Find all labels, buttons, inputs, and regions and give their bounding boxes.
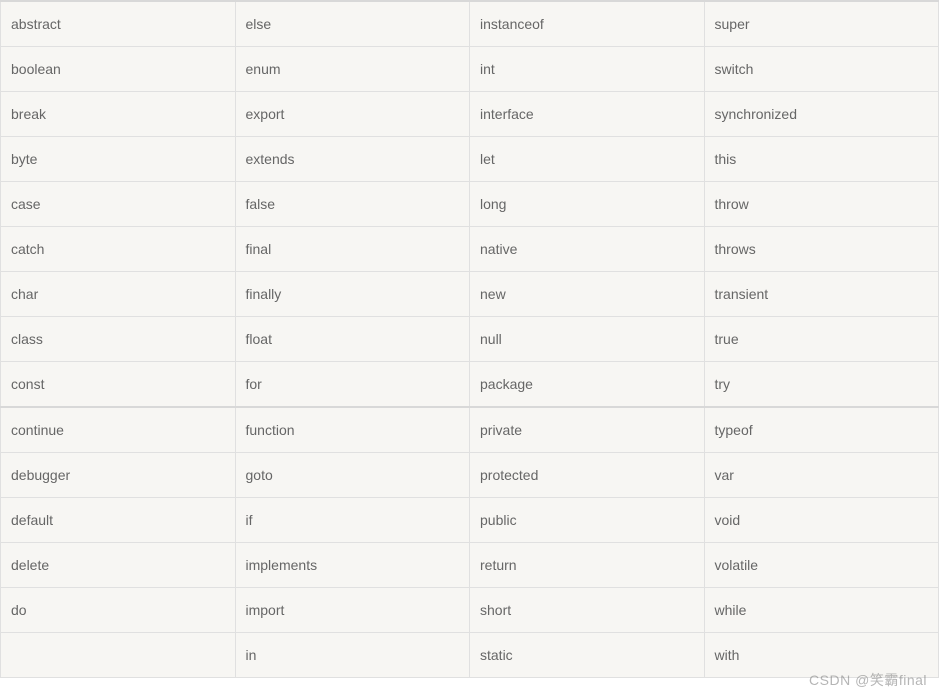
table-cell: package	[470, 362, 705, 408]
table-cell: typeof	[704, 407, 939, 453]
table-cell: interface	[470, 92, 705, 137]
table-cell: null	[470, 317, 705, 362]
table-cell: else	[235, 1, 470, 47]
table-cell: throws	[704, 227, 939, 272]
table-cell: this	[704, 137, 939, 182]
table-cell: native	[470, 227, 705, 272]
table-cell: var	[704, 453, 939, 498]
table-cell: extends	[235, 137, 470, 182]
table-cell: private	[470, 407, 705, 453]
table-cell: default	[1, 498, 236, 543]
table-row: catch final native throws	[1, 227, 939, 272]
table-row: break export interface synchronized	[1, 92, 939, 137]
table-cell: import	[235, 588, 470, 633]
table-row: class float null true	[1, 317, 939, 362]
table-row: continue function private typeof	[1, 407, 939, 453]
table-cell: false	[235, 182, 470, 227]
table-row: const for package try	[1, 362, 939, 408]
table-row: debugger goto protected var	[1, 453, 939, 498]
table-cell: catch	[1, 227, 236, 272]
table-cell: let	[470, 137, 705, 182]
table-cell: function	[235, 407, 470, 453]
table-row: byte extends let this	[1, 137, 939, 182]
table-cell: throw	[704, 182, 939, 227]
table-cell: void	[704, 498, 939, 543]
keywords-table: abstract else instanceof super boolean e…	[0, 0, 939, 678]
table-cell: instanceof	[470, 1, 705, 47]
table-cell: protected	[470, 453, 705, 498]
table-cell: continue	[1, 407, 236, 453]
table-cell: while	[704, 588, 939, 633]
table-cell	[1, 633, 236, 678]
table-row: char finally new transient	[1, 272, 939, 317]
table-cell: boolean	[1, 47, 236, 92]
table-row: delete implements return volatile	[1, 543, 939, 588]
table-cell: goto	[235, 453, 470, 498]
table-cell: transient	[704, 272, 939, 317]
table-cell: switch	[704, 47, 939, 92]
table-cell: if	[235, 498, 470, 543]
table-cell: int	[470, 47, 705, 92]
table-cell: super	[704, 1, 939, 47]
table-cell: in	[235, 633, 470, 678]
table-cell: long	[470, 182, 705, 227]
table-cell: byte	[1, 137, 236, 182]
table-cell: const	[1, 362, 236, 408]
table-cell: true	[704, 317, 939, 362]
table-cell: try	[704, 362, 939, 408]
table-cell: export	[235, 92, 470, 137]
table-cell: break	[1, 92, 236, 137]
table-row: do import short while	[1, 588, 939, 633]
table-cell: for	[235, 362, 470, 408]
table-cell: enum	[235, 47, 470, 92]
table-cell: final	[235, 227, 470, 272]
table-cell: abstract	[1, 1, 236, 47]
table-cell: do	[1, 588, 236, 633]
table-cell: case	[1, 182, 236, 227]
table-cell: finally	[235, 272, 470, 317]
table-cell: return	[470, 543, 705, 588]
table-cell: public	[470, 498, 705, 543]
table-row: default if public void	[1, 498, 939, 543]
table-cell: synchronized	[704, 92, 939, 137]
table-row: boolean enum int switch	[1, 47, 939, 92]
table-cell: with	[704, 633, 939, 678]
table-cell: char	[1, 272, 236, 317]
table-cell: delete	[1, 543, 236, 588]
table-row: abstract else instanceof super	[1, 1, 939, 47]
table-row: in static with	[1, 633, 939, 678]
table-cell: short	[470, 588, 705, 633]
table-cell: static	[470, 633, 705, 678]
table-cell: float	[235, 317, 470, 362]
table-cell: volatile	[704, 543, 939, 588]
table-cell: new	[470, 272, 705, 317]
table-row: case false long throw	[1, 182, 939, 227]
table-cell: class	[1, 317, 236, 362]
table-cell: debugger	[1, 453, 236, 498]
table-cell: implements	[235, 543, 470, 588]
